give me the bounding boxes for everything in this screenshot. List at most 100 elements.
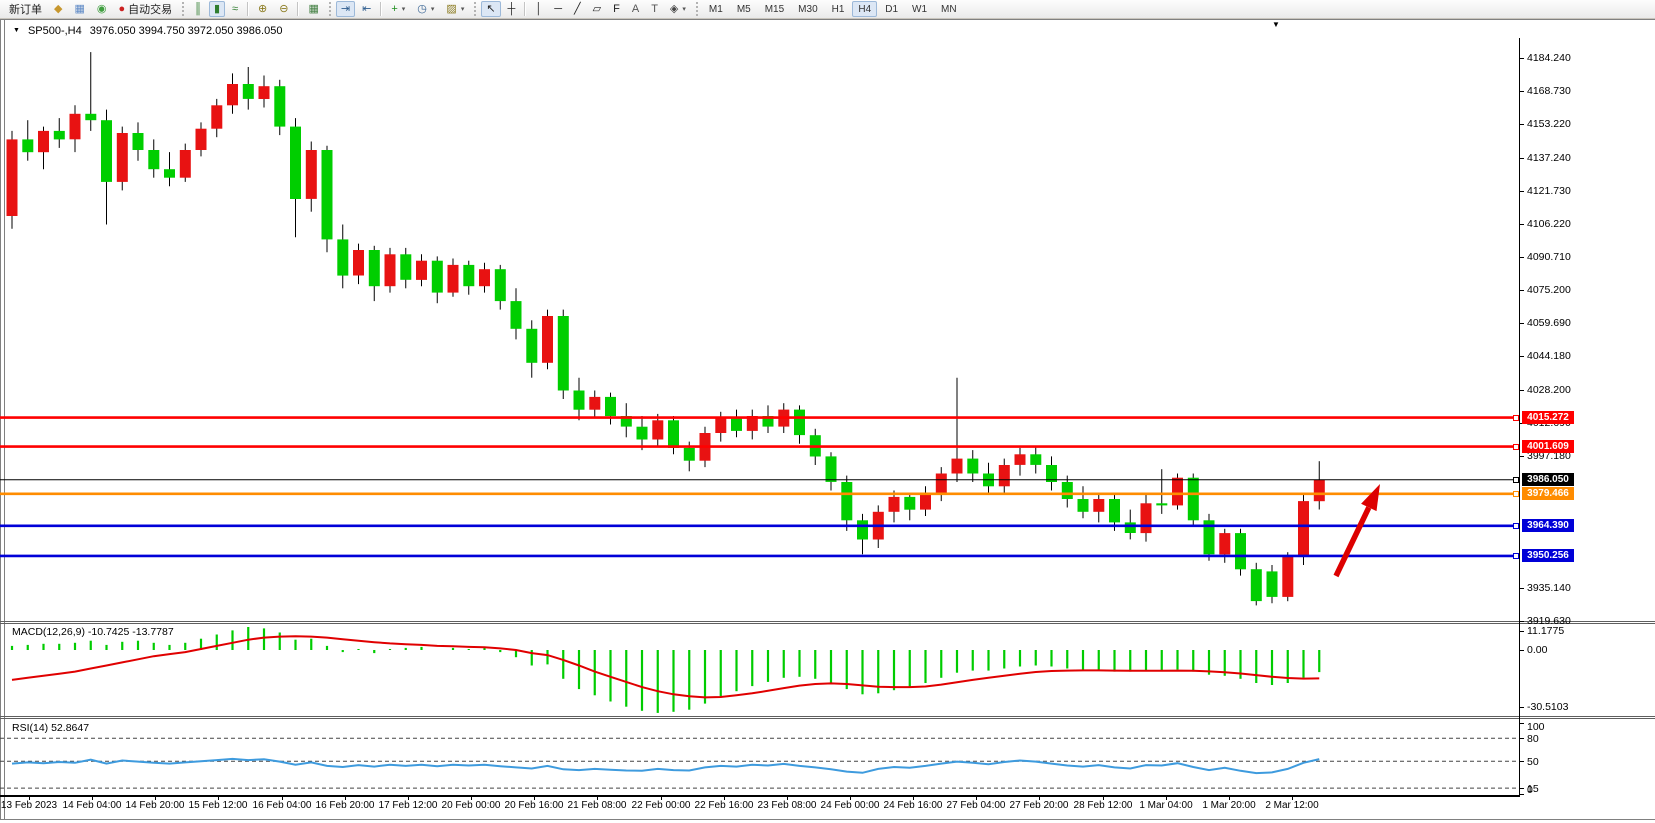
timeframe-m5-button[interactable]: M5 — [731, 1, 757, 17]
auto-trading-button-icon: ● — [118, 4, 125, 15]
data-window-icon-glyph: ▦ — [74, 4, 84, 15]
pane-separator[interactable] — [0, 716, 1655, 717]
time-axis-label: 20 Feb 16:00 — [505, 800, 564, 811]
toolbar-grip[interactable] — [182, 2, 184, 16]
pane-separator[interactable] — [0, 718, 1655, 719]
auto-scroll-icon[interactable]: ⇥ — [336, 1, 355, 17]
time-axis-label: 16 Feb 04:00 — [253, 800, 312, 811]
pane-separator[interactable] — [0, 623, 1655, 624]
line-anchor-marker[interactable] — [1513, 444, 1519, 450]
bar-chart-icon-glyph: ║ — [194, 4, 202, 15]
macd-pane-canvas[interactable] — [0, 625, 1520, 715]
fibonacci-icon[interactable]: F — [608, 1, 625, 17]
pane-separator[interactable] — [0, 621, 1655, 622]
toolbar-separator — [524, 2, 526, 16]
toolbar-grip[interactable] — [329, 2, 331, 16]
new-order-button[interactable]: 新订单 — [4, 1, 47, 17]
rsi-axis-label: 0 — [1527, 784, 1533, 796]
rsi-axis-tick — [1520, 788, 1524, 789]
auto-trading-button[interactable]: ●自动交易 — [113, 1, 177, 17]
add-indicator-icon[interactable]: +▾ — [386, 1, 410, 17]
timeframe-h4-button[interactable]: H4 — [852, 1, 877, 17]
time-axis-tick — [534, 797, 535, 800]
market-watch-icon[interactable]: ◆ — [49, 1, 67, 17]
time-axis-label: 24 Feb 16:00 — [884, 800, 943, 811]
macd-indicator-label: MACD(12,26,9) -10.7425 -13.7787 — [12, 626, 174, 638]
line-anchor-marker[interactable] — [1513, 415, 1519, 421]
tile-windows-icon[interactable]: ▦ — [303, 1, 323, 17]
equidistant-channel-icon[interactable]: ▱ — [588, 1, 606, 17]
macd-axis-tick — [1520, 631, 1524, 632]
data-window-icon[interactable]: ▦ — [69, 1, 89, 17]
timeframe-m1-button[interactable]: M1 — [703, 1, 729, 17]
cursor-icon[interactable]: ↖ — [481, 1, 500, 17]
trend-arrow-annotation[interactable] — [1336, 484, 1380, 576]
line-anchor-marker[interactable] — [1513, 553, 1519, 559]
timeframe-m15-button[interactable]: M15 — [759, 1, 790, 17]
navigator-icon[interactable]: ◉ — [92, 1, 112, 17]
horizontal-line-icon[interactable]: ─ — [549, 1, 567, 17]
timeframe-d1-button[interactable]: D1 — [879, 1, 904, 17]
price-badge-3979.466: 3979.466 — [1522, 487, 1574, 500]
text-label-icon[interactable]: T — [646, 1, 663, 17]
time-axis-tick — [850, 797, 851, 800]
crosshair-icon[interactable]: ┼ — [503, 1, 521, 17]
templates-icon[interactable]: ▨▾ — [441, 1, 469, 17]
time-axis-tick — [597, 797, 598, 800]
main-chart-canvas[interactable] — [0, 38, 1520, 622]
timeframe-mn-button[interactable]: MN — [935, 1, 963, 17]
candlestick-chart-icon[interactable]: ▮ — [209, 1, 225, 17]
line-anchor-marker[interactable] — [1513, 491, 1519, 497]
button-label: M15 — [765, 4, 784, 15]
time-axis-label: 28 Feb 12:00 — [1074, 800, 1133, 811]
line-chart-icon-glyph: ≈ — [232, 4, 238, 15]
time-axis-tick — [471, 797, 472, 800]
price-axis-tick — [1520, 257, 1524, 258]
timeframe-m30-button[interactable]: M30 — [792, 1, 823, 17]
price-axis-label: 4106.220 — [1527, 218, 1571, 230]
price-badge-4015.272: 4015.272 — [1522, 411, 1574, 424]
zoom-out-icon[interactable]: ⊖ — [274, 1, 293, 17]
arrows-icon[interactable]: ◈▾ — [665, 1, 691, 17]
price-badge-4001.609: 4001.609 — [1522, 440, 1574, 453]
macd-axis-label: 11.1775 — [1527, 625, 1564, 637]
vertical-line-icon[interactable]: │ — [530, 1, 547, 17]
time-axis-label: 27 Feb 04:00 — [947, 800, 1006, 811]
chart-shift-icon-glyph: ⇤ — [362, 4, 371, 15]
trendline-icon[interactable]: ╱ — [569, 1, 586, 17]
zoom-in-icon-glyph: ⊕ — [258, 4, 267, 15]
chart-collapse-icon[interactable]: ▼ — [13, 27, 20, 34]
chart-shift-marker[interactable]: ▼ — [1272, 20, 1280, 29]
bar-chart-icon[interactable]: ║ — [189, 1, 207, 17]
periods-icon[interactable]: ◷▾ — [412, 1, 439, 17]
time-axis-tick — [92, 797, 93, 800]
cursor-icon-glyph: ↖ — [486, 4, 495, 15]
time-axis-tick — [29, 797, 30, 800]
price-axis-tick — [1520, 323, 1524, 324]
zoom-in-icon[interactable]: ⊕ — [253, 1, 272, 17]
line-chart-icon[interactable]: ≈ — [227, 1, 243, 17]
time-axis-label: 20 Feb 00:00 — [442, 800, 501, 811]
rsi-axis-tick — [1520, 761, 1524, 762]
navigator-icon-glyph: ◉ — [97, 4, 107, 15]
market-watch-icon-glyph: ◆ — [54, 4, 62, 15]
time-axis-label: 27 Feb 20:00 — [1010, 800, 1069, 811]
time-axis-label: 17 Feb 12:00 — [379, 800, 438, 811]
macd-signal-line — [12, 636, 1319, 697]
line-anchor-marker[interactable] — [1513, 477, 1519, 483]
price-axis-label: 4184.240 — [1527, 52, 1571, 64]
price-badge-3950.256: 3950.256 — [1522, 549, 1574, 562]
price-axis-tick — [1520, 224, 1524, 225]
toolbar-grip[interactable] — [474, 2, 476, 16]
rsi-axis-tick — [1520, 794, 1524, 795]
timeframe-h1-button[interactable]: H1 — [826, 1, 851, 17]
timeframe-w1-button[interactable]: W1 — [906, 1, 933, 17]
chart-shift-icon[interactable]: ⇤ — [357, 1, 376, 17]
toolbar-grip[interactable] — [696, 2, 698, 16]
time-axis-label: 14 Feb 04:00 — [63, 800, 122, 811]
macd-axis-label: 0.00 — [1527, 644, 1547, 656]
text-icon[interactable]: A — [627, 1, 644, 17]
line-anchor-marker[interactable] — [1513, 523, 1519, 529]
price-axis-tick — [1520, 588, 1524, 589]
rsi-pane-canvas[interactable] — [0, 720, 1520, 795]
